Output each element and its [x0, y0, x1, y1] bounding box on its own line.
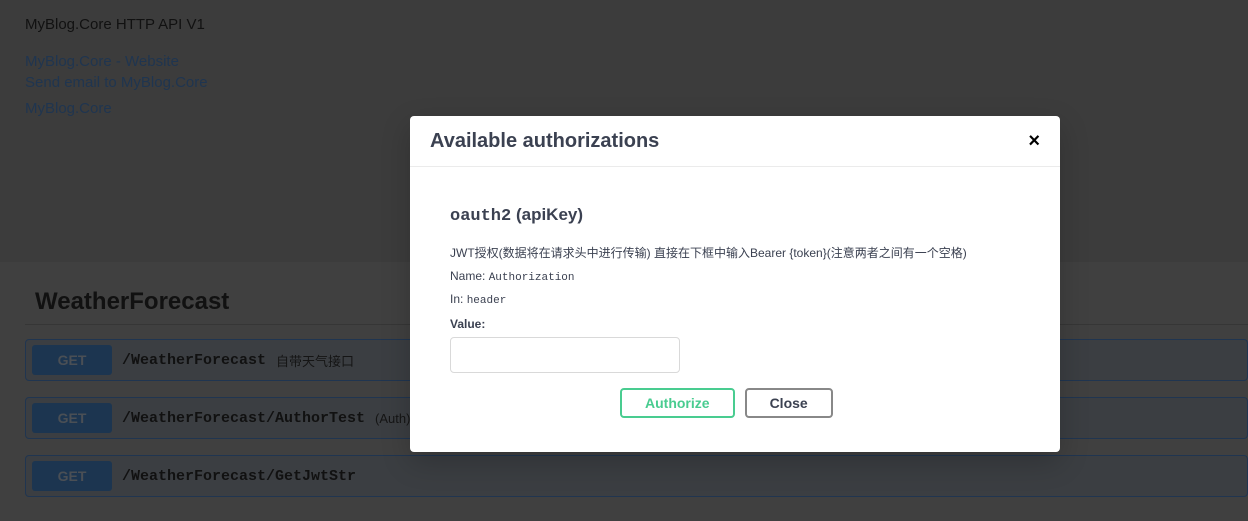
- name-label: Name:: [450, 269, 486, 283]
- scheme-name: oauth2: [450, 207, 512, 226]
- method-badge: GET: [32, 345, 112, 375]
- website-link[interactable]: MyBlog.Core - Website: [25, 51, 1223, 72]
- scheme-description: JWT授权(数据将在请求头中进行传输) 直接在下框中输入Bearer {toke…: [450, 246, 967, 260]
- operation-path: /WeatherForecast: [122, 351, 267, 369]
- operation-summary: (Auth): [375, 410, 411, 426]
- api-title: MyBlog.Core HTTP API V1: [25, 16, 205, 33]
- operation-path: /WeatherForecast/AuthorTest: [122, 409, 366, 427]
- close-icon[interactable]: ×: [1028, 130, 1040, 153]
- authorize-button[interactable]: Authorize: [620, 388, 735, 418]
- method-badge: GET: [32, 403, 112, 433]
- scheme-type: (apiKey): [515, 205, 584, 224]
- in-value: header: [466, 295, 507, 307]
- close-button[interactable]: Close: [744, 388, 833, 418]
- name-value: Authorization: [488, 272, 575, 284]
- email-link[interactable]: Send email to MyBlog.Core: [25, 72, 1223, 93]
- value-input[interactable]: [450, 337, 680, 373]
- in-label: In:: [450, 292, 464, 306]
- operation-summary: 自带天气接口: [276, 353, 355, 369]
- scheme-title: oauth2 (apiKey): [450, 205, 1020, 226]
- value-label: Value:: [450, 317, 486, 331]
- method-badge: GET: [32, 461, 112, 491]
- operation-row[interactable]: GET /WeatherForecast/GetJwtStr: [25, 455, 1248, 497]
- modal-title: Available authorizations: [430, 129, 660, 152]
- operation-path: /WeatherForecast/GetJwtStr: [122, 467, 357, 485]
- authorization-modal: Available authorizations × oauth2 (apiKe…: [410, 116, 1060, 452]
